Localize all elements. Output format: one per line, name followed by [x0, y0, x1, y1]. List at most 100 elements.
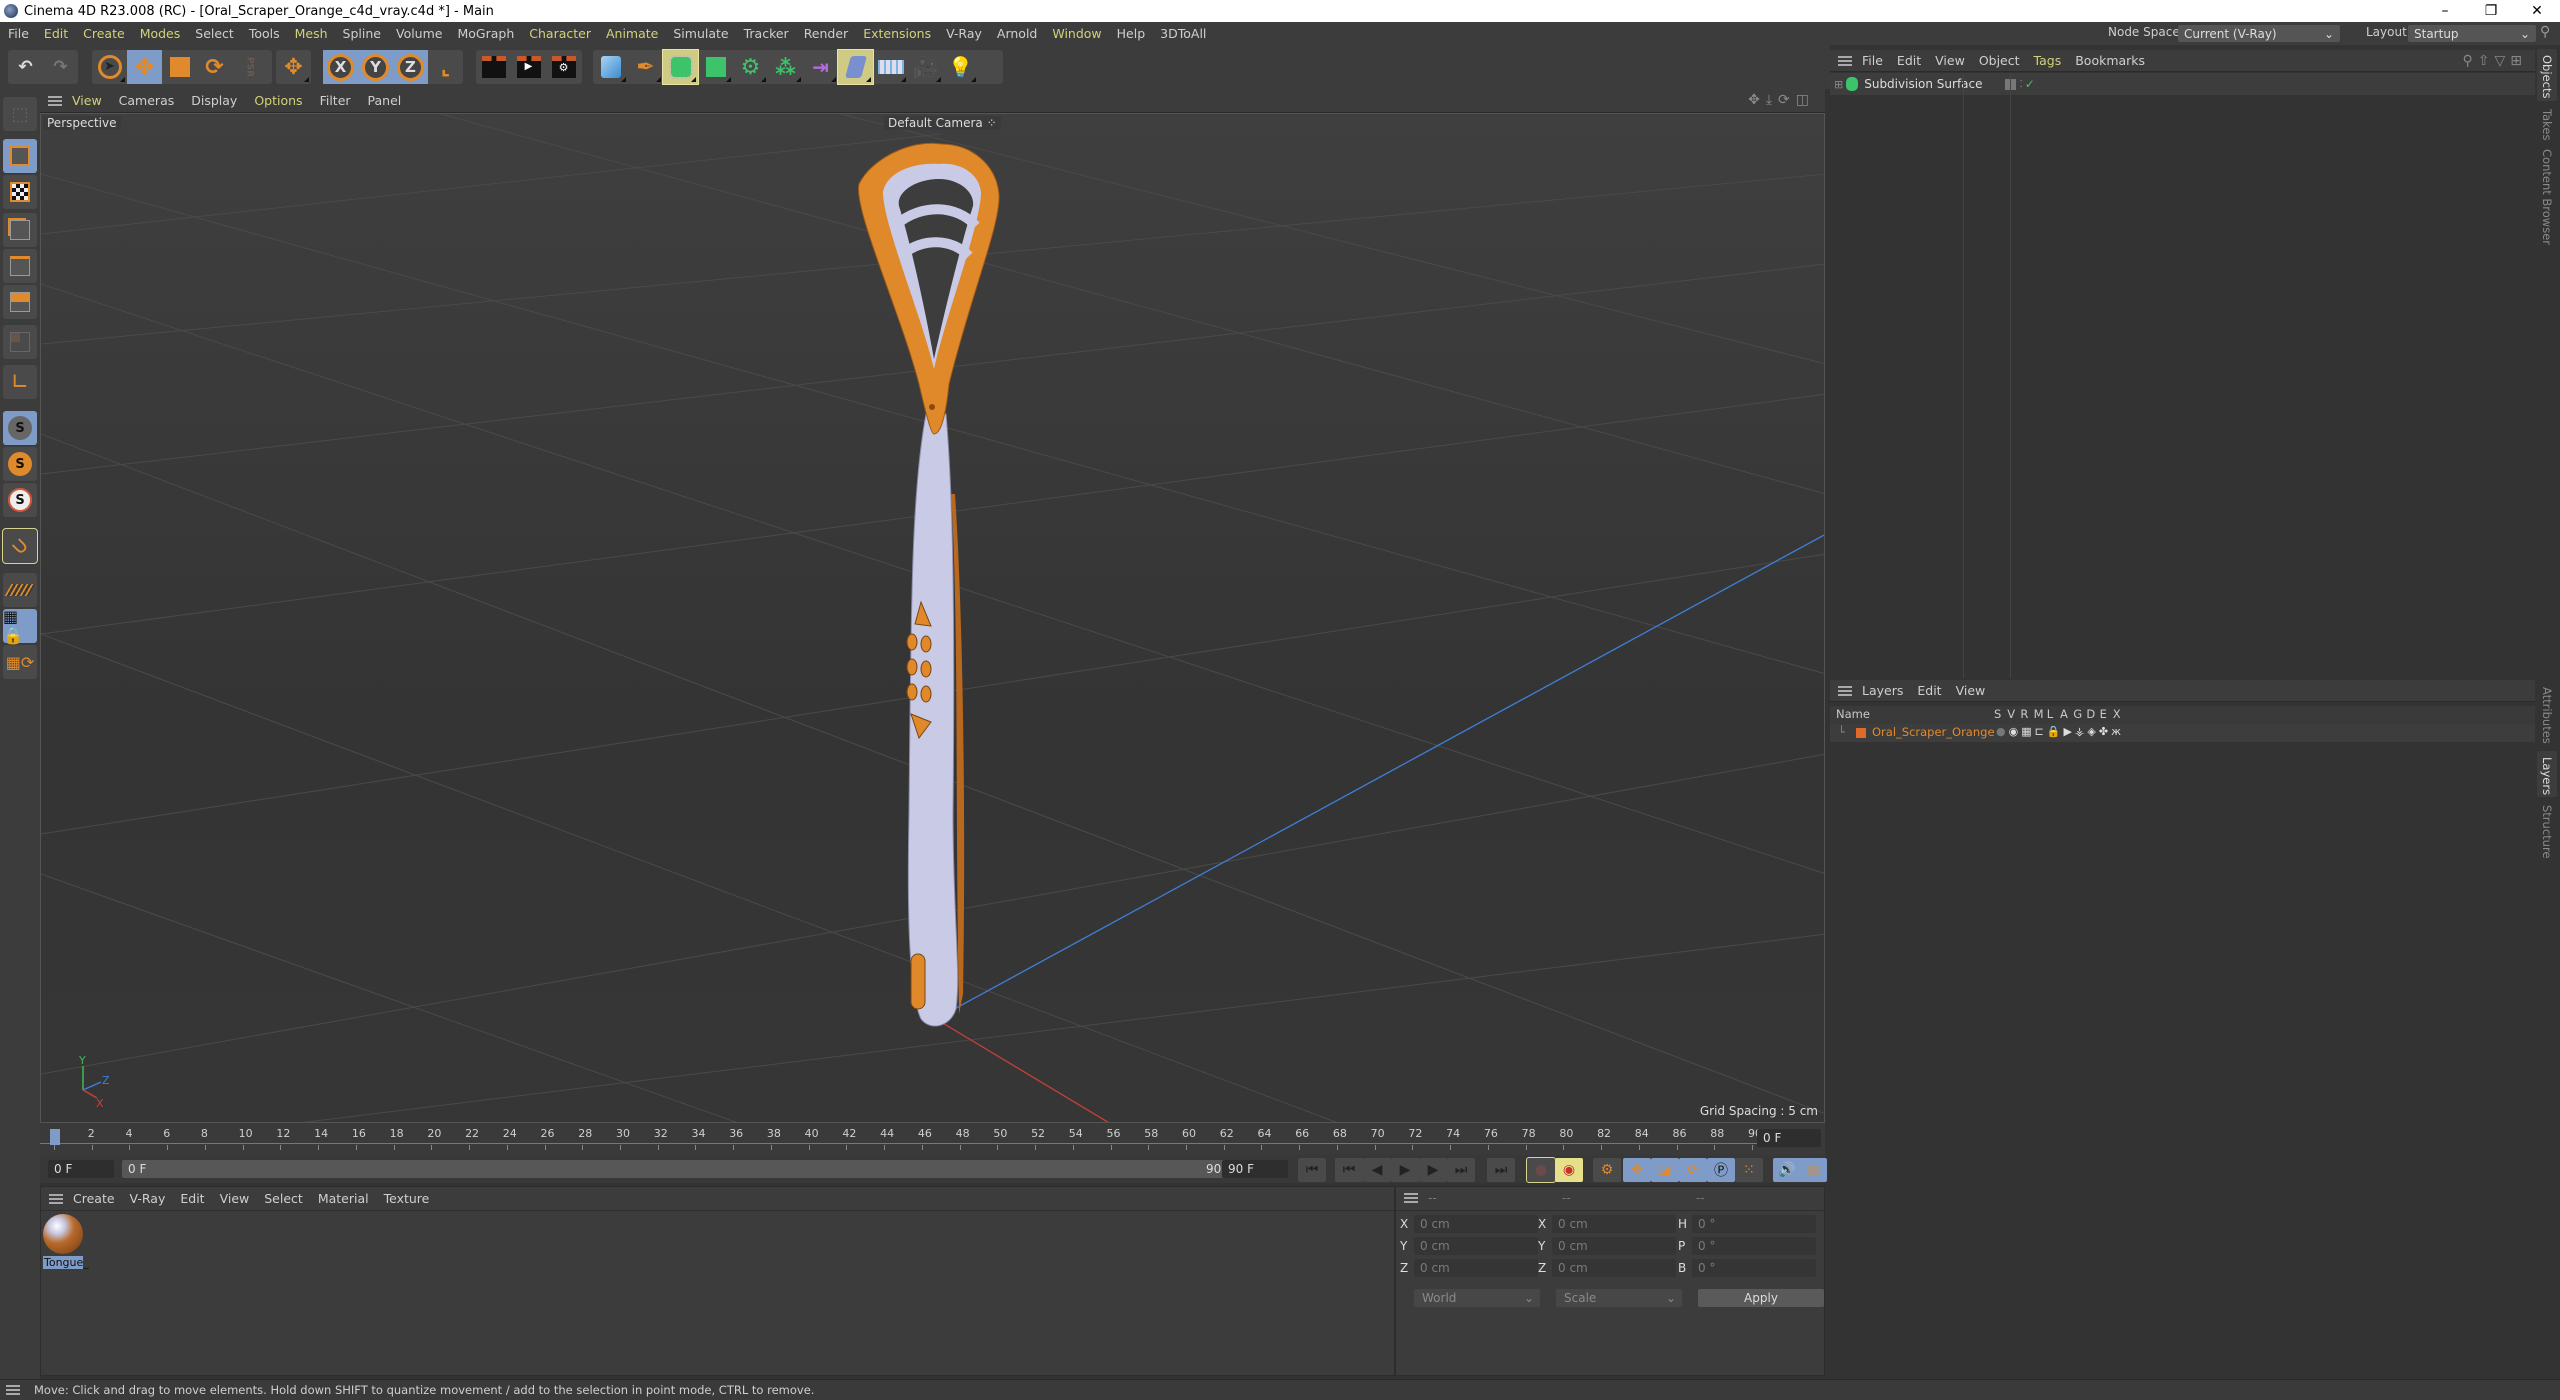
extrude-button[interactable]: [698, 50, 733, 84]
next-frame-button[interactable]: ▶: [1419, 1158, 1447, 1182]
menu-volume[interactable]: Volume: [396, 26, 443, 41]
layer-column-m[interactable]: M: [2034, 707, 2044, 721]
tab-layers[interactable]: Layers: [2537, 751, 2557, 797]
objects-menu-file[interactable]: File: [1862, 53, 1883, 68]
current-frame-display[interactable]: 0 F: [1757, 1129, 1821, 1147]
menu-v-ray[interactable]: V-Ray: [946, 26, 982, 41]
layer-column-l[interactable]: L: [2047, 707, 2053, 721]
frame-range-slider[interactable]: 0 F 90 F: [122, 1160, 1240, 1178]
camera-name-label[interactable]: Default Camera ⁘: [884, 116, 1001, 130]
field-button[interactable]: [837, 49, 874, 85]
pen-button[interactable]: ✒: [628, 50, 663, 84]
edges-mode-button[interactable]: [3, 249, 37, 283]
coord-field[interactable]: 0 cm: [1552, 1259, 1676, 1277]
deformer-icon[interactable]: ◈: [2087, 725, 2098, 738]
menu-mograph[interactable]: MoGraph: [457, 26, 514, 41]
dolly-icon[interactable]: ⤓: [1766, 92, 1778, 108]
tab-objects[interactable]: Objects: [2537, 49, 2557, 101]
search-icon[interactable]: ⚲: [2462, 53, 2477, 69]
layer-color-swatch[interactable]: [1856, 728, 1866, 738]
3d-viewport[interactable]: Perspective Default Camera ⁘ Grid Spacin…: [40, 113, 1825, 1123]
node-space-dropdown[interactable]: Current (V-Ray) ⌄: [2178, 25, 2340, 42]
enabled-check-icon[interactable]: ✓: [2025, 77, 2035, 91]
x-axis-lock-button[interactable]: X: [323, 50, 358, 84]
go-to-end-button[interactable]: ⏭: [1487, 1158, 1515, 1182]
solo-icon[interactable]: ●: [1996, 725, 2009, 738]
layer-column-s[interactable]: S: [1994, 707, 2001, 721]
objects-menu-object[interactable]: Object: [1979, 53, 2020, 68]
minimize-button[interactable]: –: [2422, 0, 2468, 22]
render-view-button[interactable]: [476, 50, 511, 84]
menu-select[interactable]: Select: [195, 26, 234, 41]
model-mode-button[interactable]: [3, 139, 37, 173]
uv-mode-button[interactable]: [3, 325, 37, 359]
end-frame-field[interactable]: 90 F: [1222, 1160, 1288, 1178]
close-button[interactable]: ✕: [2514, 0, 2560, 22]
filter-icon[interactable]: ▽: [2494, 53, 2510, 69]
snap-settings-button[interactable]: S: [3, 447, 37, 481]
objects-menu-tags[interactable]: Tags: [2034, 53, 2062, 68]
view-icon[interactable]: ◉: [2009, 725, 2022, 738]
recent-tool-button[interactable]: ✥: [276, 50, 311, 84]
coord-field[interactable]: 0 cm: [1552, 1237, 1676, 1255]
material-swatch[interactable]: Tongue_: [43, 1214, 89, 1272]
mograph-cloner-button[interactable]: ⚙: [733, 50, 768, 84]
manager-icon[interactable]: ⊏: [2035, 725, 2047, 738]
play-button[interactable]: ▶: [1391, 1158, 1419, 1182]
render-picture-viewer-button[interactable]: ▶: [511, 50, 546, 84]
previous-frame-button[interactable]: ◀: [1363, 1158, 1391, 1182]
toggle-layout-icon[interactable]: ◫: [1796, 92, 1815, 108]
floor-button[interactable]: [873, 50, 908, 84]
viewport-menu-filter[interactable]: Filter: [320, 93, 351, 108]
search-icon[interactable]: ⚲: [2540, 24, 2550, 40]
live-selection-button[interactable]: ➤: [92, 50, 127, 84]
object-row[interactable]: ⊞ Subdivision Surface ⁚ ✓: [1830, 73, 2535, 95]
layout-dropdown[interactable]: Startup ⌄: [2408, 25, 2536, 42]
menu-file[interactable]: File: [8, 26, 29, 41]
coords-menu-icon[interactable]: [1404, 1193, 1418, 1203]
snap-button[interactable]: S: [3, 411, 37, 445]
points-mode-button[interactable]: [3, 213, 37, 247]
material-menu-select[interactable]: Select: [264, 1191, 303, 1206]
lock-workplane-button[interactable]: ▦🔒: [3, 607, 37, 645]
key-position-button[interactable]: ✥: [1623, 1158, 1651, 1182]
viewport-menu-cameras[interactable]: Cameras: [119, 93, 175, 108]
render-settings-button[interactable]: ⚙: [546, 50, 581, 84]
layer-column-r[interactable]: R: [2020, 707, 2028, 721]
coordinate-mode-dropdown[interactable]: Scale ⌄: [1556, 1289, 1682, 1307]
viewport-menu-options[interactable]: Options: [254, 93, 302, 108]
camera-button[interactable]: 🎥: [908, 50, 943, 84]
material-menu-material[interactable]: Material: [318, 1191, 369, 1206]
tab-content-browser[interactable]: Content Browser: [2537, 143, 2557, 247]
lock-icon[interactable]: 🔒: [2047, 725, 2064, 738]
key-pla-button[interactable]: ⁙: [1735, 1158, 1763, 1182]
layer-row[interactable]: └ Oral_Scraper_Orange ●◉▦⊏🔒▶⚶◈✤ж: [1830, 724, 2535, 742]
light-button[interactable]: 💡: [943, 50, 978, 84]
material-menu-view[interactable]: View: [220, 1191, 250, 1206]
menu-spline[interactable]: Spline: [343, 26, 381, 41]
new-window-icon[interactable]: ⊞: [2510, 53, 2527, 69]
orbit-icon[interactable]: ⟳: [1778, 92, 1796, 108]
material-menu-vray[interactable]: V-Ray: [130, 1191, 166, 1206]
menu-animate[interactable]: Animate: [606, 26, 658, 41]
menu-help[interactable]: Help: [1117, 26, 1146, 41]
magnet-button[interactable]: ∪: [2, 528, 38, 564]
menu-edit[interactable]: Edit: [44, 26, 68, 41]
layer-column-e[interactable]: E: [2100, 707, 2107, 721]
menu-simulate[interactable]: Simulate: [673, 26, 728, 41]
objects-menu-bookmarks[interactable]: Bookmarks: [2075, 53, 2145, 68]
keyframe-settings-button[interactable]: ⚙: [1593, 1158, 1621, 1182]
material-menu-icon[interactable]: [49, 1193, 63, 1204]
go-to-start-button[interactable]: ⏮: [1298, 1158, 1326, 1182]
psr-button[interactable]: PSR: [232, 50, 267, 84]
layers-menu-icon[interactable]: [1838, 685, 1852, 696]
menu-3dtoall[interactable]: 3DToAll: [1160, 26, 1206, 41]
filmstrip-button[interactable]: ▥: [1799, 1158, 1827, 1182]
menu-modes[interactable]: Modes: [140, 26, 181, 41]
autokey-button[interactable]: ●: [1526, 1157, 1556, 1183]
layer-column-a[interactable]: A: [2060, 707, 2068, 721]
coord-field[interactable]: 0 cm: [1414, 1259, 1538, 1277]
key-scale-button[interactable]: ◪: [1651, 1158, 1679, 1182]
undo-button[interactable]: ↶: [8, 50, 43, 84]
coordinate-space-dropdown[interactable]: World ⌄: [1414, 1289, 1540, 1307]
